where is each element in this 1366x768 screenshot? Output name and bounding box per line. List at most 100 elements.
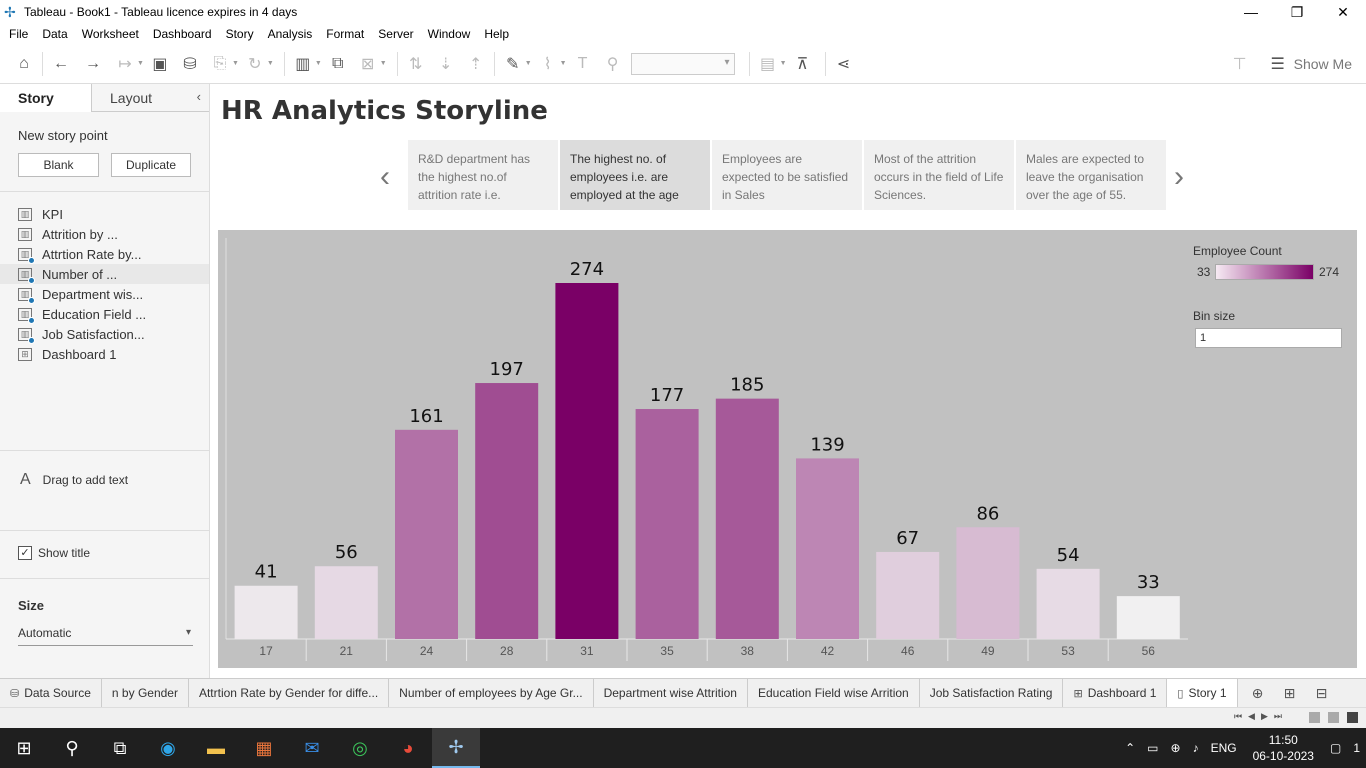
battery-icon[interactable]: ▭ [1147,741,1158,755]
previous-story-point-icon[interactable]: ‹ [380,160,390,194]
sheet-tab[interactable]: Attrtion Rate by Gender for diffe... [189,678,390,708]
menu-format[interactable]: Format [319,27,371,41]
tab-story[interactable]: Story [0,84,92,112]
sheet-list-item[interactable]: ▥ Number of ... [0,264,209,284]
sort-descending-icon[interactable]: ⇡ [464,52,488,76]
swap-icon[interactable]: ⇅ [404,52,428,76]
presentation-mode-icon[interactable]: ⊼ [791,52,815,76]
menu-analysis[interactable]: Analysis [261,27,320,41]
chevron-down-icon[interactable]: ▼ [232,60,239,67]
language-indicator[interactable]: ENG [1211,741,1237,755]
edge-browser-icon[interactable]: ◉ [144,728,192,768]
show-cards-icon[interactable]: ▤ [756,52,780,76]
sheet-list-item[interactable]: ▥ Job Satisfaction... [0,324,209,344]
chevron-down-icon[interactable]: ▼ [315,60,322,67]
sheet-tab[interactable]: Education Field wise Arrition [748,678,920,708]
mail-icon[interactable]: ✉ [288,728,336,768]
bar[interactable] [475,383,539,639]
replay-icon[interactable]: ↦ [113,52,137,76]
bar[interactable] [1116,596,1180,639]
share-icon[interactable]: ⋖ [832,52,856,76]
sheet-list-item[interactable]: ▥ Attrition by ... [0,224,209,244]
new-worksheet-icon[interactable]: ▥ [291,52,315,76]
menu-data[interactable]: Data [35,27,74,41]
story-point-1[interactable]: R&D department has the highest no.of att… [408,140,558,210]
sheet-tab[interactable]: Job Satisfaction Rating [920,678,1064,708]
story-point-4[interactable]: Most of the attrition occurs in the fiel… [864,140,1014,210]
file-explorer-icon[interactable]: ▬ [192,728,240,768]
bar[interactable] [1036,568,1100,639]
show-title-checkbox[interactable]: ✓ Show title [18,546,90,560]
save-icon[interactable]: ▣ [148,52,172,76]
story-point-5[interactable]: Males are expected to leave the organisa… [1016,140,1166,210]
story-point-2[interactable]: The highest no. of employees i.e. are em… [560,140,710,210]
filmstrip-view-icon[interactable] [1309,712,1320,723]
sort-ascending-icon[interactable]: ⇣ [434,52,458,76]
sheet-list-item[interactable]: ▥ Attrtion Rate by... [0,244,209,264]
sheet-list-item[interactable]: ▥ Education Field ... [0,304,209,324]
tableau-taskbar-icon[interactable]: ✢ [432,728,480,768]
redo-icon[interactable]: → [81,52,105,76]
collapse-pane-icon[interactable]: ‹ [189,84,209,111]
store-icon[interactable]: ▦ [240,728,288,768]
size-select[interactable]: Automatic [18,626,193,646]
new-dashboard-icon[interactable]: ⊞ [1274,685,1306,702]
sheet-list-item[interactable]: ▥ KPI [0,204,209,224]
tabs-view-icon[interactable] [1347,712,1358,723]
bin-size-input[interactable]: 1 [1195,328,1342,348]
network-icon[interactable]: ⊕ [1171,741,1181,755]
duplicate-sheet-icon[interactable]: ⧉ [326,52,350,76]
checkbox-checked-icon[interactable]: ✓ [18,546,32,560]
task-view-icon[interactable]: ⧉ [96,728,144,768]
chevron-down-icon[interactable]: ▼ [780,60,787,67]
sheet-tab[interactable]: ⊞ Dashboard 1 [1063,678,1168,708]
drag-to-add-text[interactable]: A Drag to add text [20,471,128,489]
menu-help[interactable]: Help [477,27,516,41]
close-button[interactable]: ✕ [1320,0,1366,24]
next-story-point-icon[interactable]: › [1174,160,1184,194]
sheet-list-item[interactable]: ▥ Department wis... [0,284,209,304]
sheet-navigation-icons[interactable]: ⏮◀▶⏭ [1234,711,1288,722]
bar[interactable] [314,566,378,639]
pause-updates-icon[interactable]: ⎘ [208,52,232,76]
tab-layout[interactable]: Layout [92,84,184,111]
sheet-tab[interactable]: ▯ Story 1 [1167,678,1238,708]
home-icon[interactable]: ⌂ [12,52,36,76]
menu-window[interactable]: Window [421,27,478,41]
restore-button[interactable]: ❐ [1274,0,1320,24]
minimize-button[interactable]: — [1228,0,1274,24]
new-worksheet-icon[interactable]: ⊕ [1242,685,1274,702]
sheet-sorter-view-icon[interactable] [1328,712,1339,723]
sheet-tab[interactable]: n by Gender [102,678,189,708]
clock[interactable]: 11:50 06-10-2023 [1253,732,1314,764]
clear-sheet-icon[interactable]: ⊠ [356,52,380,76]
show-me-button[interactable]: ⊤ ☰ Show Me [1228,52,1352,76]
highlight-icon[interactable]: ✎ [501,52,525,76]
sheet-list-item[interactable]: ⊞ Dashboard 1 [0,344,209,364]
chevron-down-icon[interactable]: ▼ [137,60,144,67]
refresh-icon[interactable]: ↻ [243,52,267,76]
chevron-down-icon[interactable]: ▼ [560,60,567,67]
menu-dashboard[interactable]: Dashboard [146,27,219,41]
new-data-source-icon[interactable]: ⛁ [178,52,202,76]
bar[interactable] [715,398,779,639]
story-title[interactable]: HR Analytics Storyline [221,96,548,126]
bar-chart[interactable]: 41 17 56 21 161 24 197 28 274 31 177 35 185 38 139 42 67… [218,230,1188,668]
undo-icon[interactable]: ← [49,52,73,76]
notification-icon[interactable]: ▢ [1330,741,1341,755]
bar-chart-view[interactable]: 41 17 56 21 161 24 197 28 274 31 177 35 185 38 139 42 67… [218,230,1357,668]
search-icon[interactable]: ⚲ [48,728,96,768]
blank-button[interactable]: Blank [18,153,99,177]
volume-icon[interactable]: ♪ [1193,741,1199,755]
chevron-down-icon[interactable]: ▼ [267,60,274,67]
bar[interactable] [876,551,940,639]
chevron-up-icon[interactable]: ⌃ [1125,741,1135,755]
chevron-down-icon[interactable]: ▼ [380,60,387,67]
story-point-3[interactable]: Employees are expected to be satisfied i… [712,140,862,210]
labels-icon[interactable]: T [571,52,595,76]
windows-start-icon[interactable]: ⊞ [0,728,48,768]
bar[interactable] [635,409,699,639]
bar[interactable] [956,527,1020,639]
sheet-tab[interactable]: ⛁ Data Source [0,678,102,708]
whatsapp-icon[interactable]: ◎ [336,728,384,768]
